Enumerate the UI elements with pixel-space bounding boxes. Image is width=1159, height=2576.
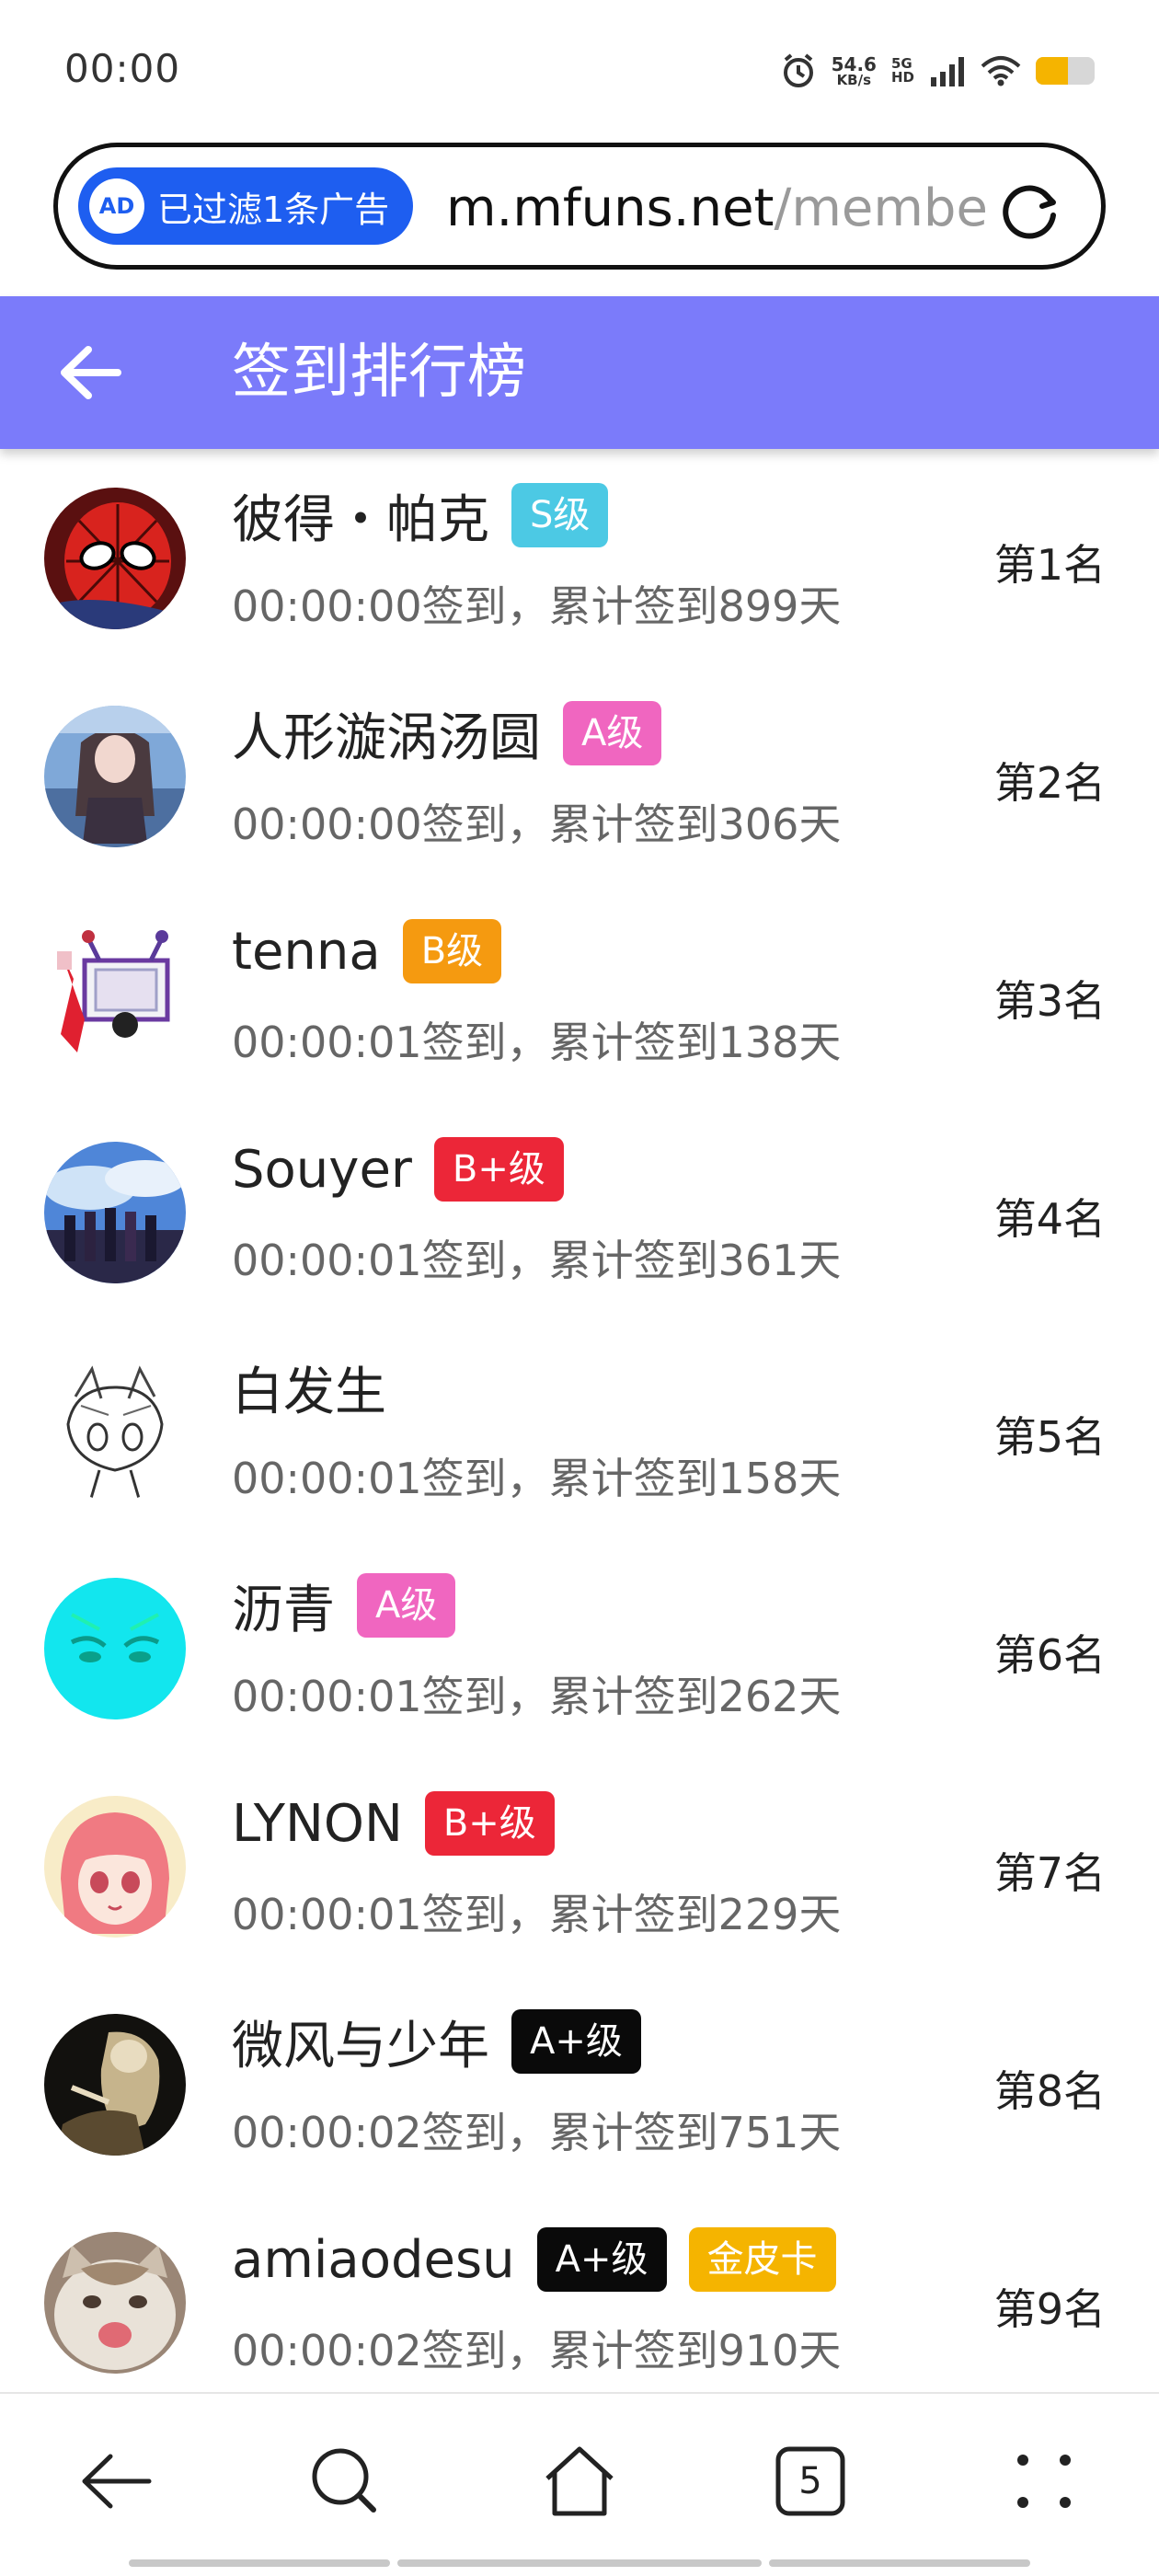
menu-icon[interactable] (1003, 2440, 1085, 2523)
network-type: 5G HD (891, 57, 914, 85)
user-name-line: 白发生 (232, 1351, 386, 1424)
tab-count: 5 (798, 2460, 822, 2502)
signal-icon (931, 57, 964, 86)
ad-filter-badge[interactable]: AD 已过滤1条广告 (78, 167, 414, 245)
url-text[interactable]: m.mfuns.net/membe (446, 172, 1007, 246)
user-name-line: 沥青 A级 (232, 1569, 456, 1642)
list-item[interactable]: amiaodesu A+级 金皮卡 00:00:02签到，累计签到910天 第9… (0, 2193, 1159, 2392)
checkin-info: 00:00:01签到，累计签到229天 (232, 1890, 842, 1939)
back-icon[interactable] (75, 2440, 158, 2523)
checkin-info: 00:00:00签到，累计签到899天 (232, 581, 842, 631)
level-badge: A级 (357, 1573, 456, 1638)
user-name-line: LYNON B+级 (232, 1787, 555, 1860)
checkin-info: 00:00:00签到，累计签到306天 (232, 799, 842, 849)
user-name-line: 人形漩涡汤圆 A级 (232, 696, 662, 770)
level-badge: B级 (402, 919, 502, 983)
user-name-line: 彼得・帕克 S级 (232, 478, 609, 552)
ad-block-icon: AD (89, 178, 144, 234)
status-time: 00:00 (64, 46, 181, 91)
list-item[interactable]: 人形漩涡汤圆 A级 00:00:00签到，累计签到306天 第2名 (0, 667, 1159, 885)
network-bottom: HD (890, 69, 914, 86)
avatar[interactable] (44, 924, 186, 1065)
bottom-nav: 5 (0, 2392, 1159, 2576)
checkin-info: 00:00:01签到，累计签到262天 (232, 1672, 842, 1721)
rank-label: 第2名 (993, 758, 1106, 808)
url-host: m.mfuns.net (446, 178, 775, 238)
tabs-icon[interactable]: 5 (769, 2440, 852, 2523)
avatar[interactable] (44, 1360, 186, 1501)
rank-label: 第9名 (993, 2284, 1106, 2334)
level-badge: S级 (511, 483, 609, 547)
back-arrow-icon[interactable] (57, 340, 125, 405)
list-item[interactable]: 彼得・帕克 S级 00:00:00签到，累计签到899天 第1名 (0, 449, 1159, 667)
gold-card-badge: 金皮卡 (688, 2227, 836, 2292)
status-icons: 54.6 KB/s 5G HD (780, 46, 1095, 96)
user-name-line: 微风与少年 A+级 (232, 2005, 641, 2078)
avatar[interactable] (44, 1142, 186, 1283)
rank-label: 第5名 (993, 1412, 1106, 1462)
user-name-line: amiaodesu A+级 金皮卡 (232, 2223, 836, 2296)
level-badge: A+级 (511, 2009, 641, 2074)
user-name: 彼得・帕克 (232, 489, 489, 550)
wifi-icon (981, 56, 1021, 86)
user-name: 人形漩涡汤圆 (232, 707, 541, 768)
user-name: Souyer (232, 1139, 412, 1200)
user-name-line: Souyer B+级 (232, 1133, 564, 1206)
list-item[interactable]: LYNON B+级 00:00:01签到，累计签到229天 第7名 (0, 1757, 1159, 1975)
avatar[interactable] (44, 2014, 186, 2156)
list-item[interactable]: 沥青 A级 00:00:01签到，累计签到262天 第6名 (0, 1539, 1159, 1757)
ranking-list: 彼得・帕克 S级 00:00:00签到，累计签到899天 第1名 人形漩涡汤圆 … (0, 449, 1159, 2392)
level-badge: A级 (563, 701, 662, 765)
avatar[interactable] (44, 706, 186, 847)
list-item[interactable]: 微风与少年 A+级 00:00:02签到，累计签到751天 第8名 (0, 1975, 1159, 2193)
reload-icon[interactable] (996, 175, 1066, 245)
user-name: 沥青 (232, 1580, 335, 1640)
user-name: amiaodesu (232, 2229, 515, 2290)
url-bar[interactable]: AD 已过滤1条广告 m.mfuns.net/membe (53, 143, 1106, 270)
user-name: tenna (232, 921, 381, 982)
search-icon[interactable] (304, 2440, 386, 2523)
checkin-info: 00:00:01签到，累计签到138天 (232, 1018, 842, 1067)
checkin-info: 00:00:02签到，累计签到751天 (232, 2108, 842, 2157)
rank-label: 第1名 (993, 540, 1106, 590)
status-bar: 00:00 54.6 KB/s 5G HD (0, 0, 1159, 138)
user-name: 白发生 (232, 1362, 386, 1422)
rank-label: 第6名 (993, 1630, 1106, 1680)
speed-unit: KB/s (836, 71, 872, 88)
list-item[interactable]: tenna B级 00:00:01签到，累计签到138天 第3名 (0, 885, 1159, 1103)
level-badge: B+级 (424, 1791, 555, 1856)
avatar[interactable] (44, 488, 186, 629)
list-item[interactable]: 白发生 00:00:01签到，累计签到158天 第5名 (0, 1321, 1159, 1539)
home-icon[interactable] (538, 2440, 621, 2523)
app-header: 签到排行榜 (0, 296, 1159, 449)
checkin-info: 00:00:01签到，累计签到158天 (232, 1454, 842, 1503)
rank-label: 第8名 (993, 2066, 1106, 2116)
list-item[interactable]: Souyer B+级 00:00:01签到，累计签到361天 第4名 (0, 1103, 1159, 1321)
checkin-info: 00:00:01签到，累计签到361天 (232, 1236, 842, 1285)
speed-value: 54.6 (831, 52, 877, 75)
rank-label: 第3名 (993, 976, 1106, 1026)
alarm-icon (783, 53, 813, 87)
network-speed: 54.6 KB/s (832, 55, 877, 87)
gesture-bar (129, 2559, 390, 2567)
user-name: LYNON (232, 1793, 403, 1854)
page-title: 签到排行榜 (232, 339, 526, 407)
avatar[interactable] (44, 1796, 186, 1938)
gesture-bar (769, 2559, 1030, 2567)
user-name: 微风与少年 (232, 2016, 489, 2076)
avatar[interactable] (44, 2232, 186, 2374)
user-name-line: tenna B级 (232, 914, 502, 988)
ad-filter-text: 已过滤1条广告 (157, 189, 390, 230)
level-badge: A+级 (536, 2227, 667, 2292)
url-path: /membe (774, 178, 988, 238)
avatar[interactable] (44, 1578, 186, 1719)
rank-label: 第4名 (993, 1194, 1106, 1244)
level-badge: B+级 (433, 1137, 564, 1202)
checkin-info: 00:00:02签到，累计签到910天 (232, 2326, 842, 2375)
gesture-bar (397, 2559, 762, 2567)
battery-icon (1036, 57, 1095, 85)
rank-label: 第7名 (993, 1848, 1106, 1898)
